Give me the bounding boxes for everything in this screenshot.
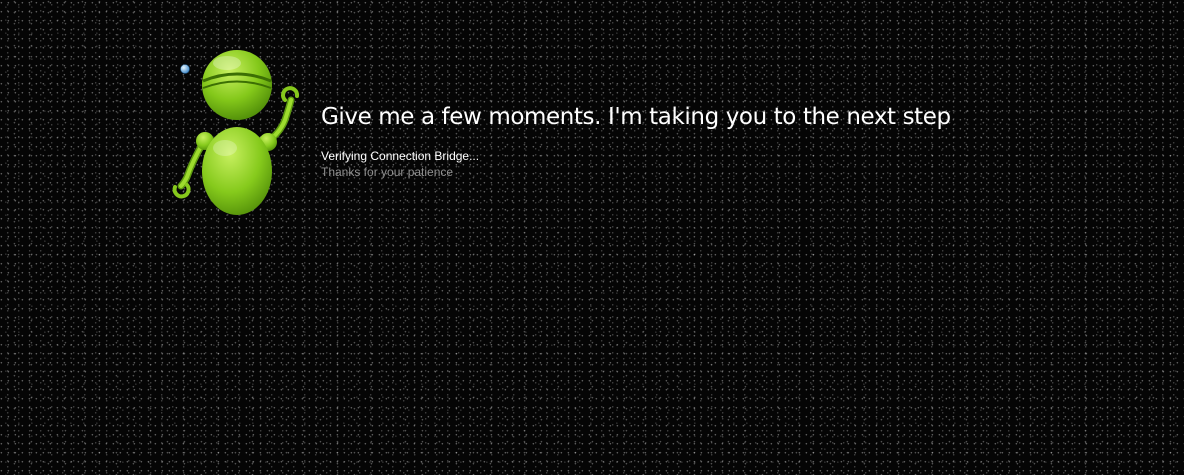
loading-screen: Give me a few moments. I'm taking you to… xyxy=(0,0,1184,475)
page-title: Give me a few moments. I'm taking you to… xyxy=(321,104,951,130)
bubble-icon xyxy=(180,64,190,74)
patience-text: Thanks for your patience xyxy=(321,165,454,179)
robot-mascot-icon xyxy=(172,50,300,215)
status-text: Verifying Connection Bridge... xyxy=(321,149,480,163)
robot-body xyxy=(202,127,272,215)
